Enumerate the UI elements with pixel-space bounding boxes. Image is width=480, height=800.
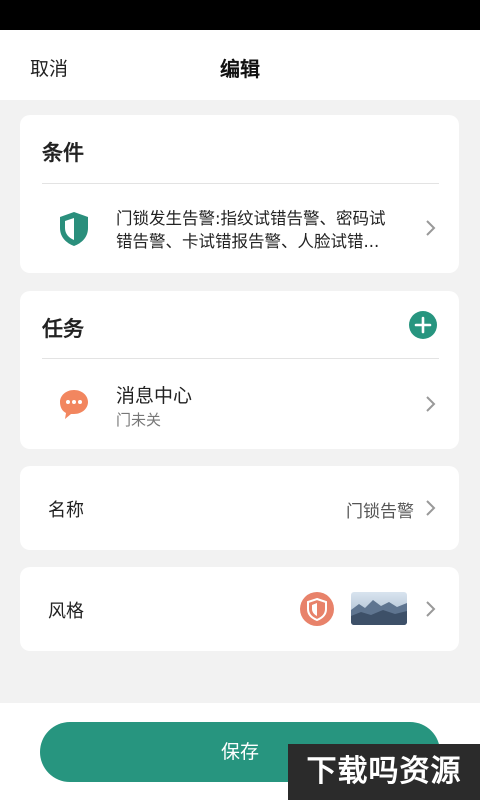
task-item-name: 消息中心: [116, 385, 193, 407]
task-item-subtitle: 门未关: [116, 411, 162, 429]
header-bar: 取消 编辑: [0, 30, 480, 100]
chat-bubble-icon: [60, 390, 88, 419]
chevron-right-icon: [426, 396, 436, 412]
shield-icon: [60, 212, 88, 246]
chevron-right-icon: [426, 601, 436, 617]
style-row[interactable]: 风格: [20, 567, 459, 651]
task-card: 任务 消息中心 门未关: [20, 291, 459, 449]
plus-circle-icon[interactable]: [408, 310, 438, 340]
task-section-title: 任务: [42, 317, 84, 341]
landscape-thumbnail: [351, 592, 407, 625]
status-bar: [0, 0, 480, 30]
chevron-right-icon: [426, 220, 436, 236]
condition-card: 条件 门锁发生告警:指纹试错告警、密码试 错告警、卡试错报告警、人脸试错...: [20, 115, 459, 273]
name-label: 名称: [48, 500, 84, 521]
style-label: 风格: [48, 601, 84, 622]
condition-description-line2: 错告警、卡试错报告警、人脸试错...: [116, 232, 380, 251]
page-title: 编辑: [220, 57, 260, 81]
name-value: 门锁告警: [346, 502, 414, 522]
shield-badge-icon: [300, 592, 334, 626]
name-row[interactable]: 名称 门锁告警: [20, 466, 459, 550]
condition-description-line1: 门锁发生告警:指纹试错告警、密码试: [116, 209, 386, 228]
condition-section-title: 条件: [42, 141, 84, 165]
chevron-right-icon: [426, 500, 436, 516]
condition-description: 门锁发生告警:指纹试错告警、密码试 错告警、卡试错报告警、人脸试错...: [116, 207, 426, 253]
task-item[interactable]: 消息中心 门未关: [20, 359, 459, 449]
watermark: 下载吗资源: [288, 744, 480, 800]
